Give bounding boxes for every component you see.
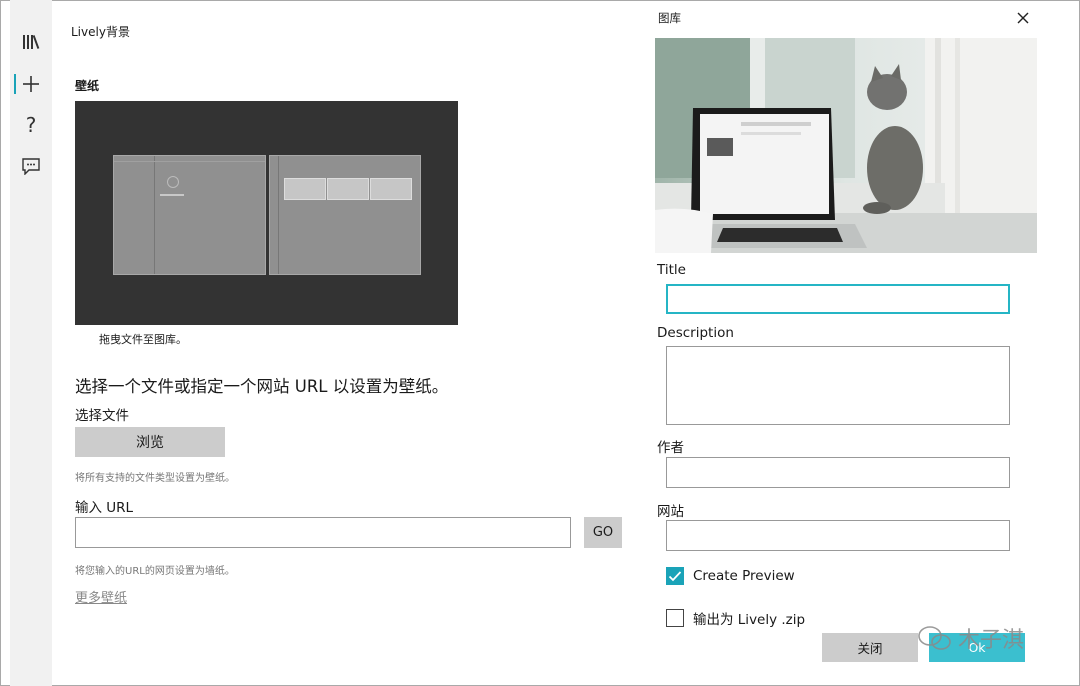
author-label: 作者 [657,440,684,456]
watermark-text: 木子淇 [958,628,1025,653]
website-label: 网站 [657,504,684,520]
url-hint: 将您输入的URL的网页设置为墙纸。 [75,566,235,577]
sidebar-item-help[interactable]: ? [10,105,52,145]
title-label: Title [657,262,686,278]
file-label: 选择文件 [75,408,129,424]
wechat-icon [918,626,951,650]
drag-caption: 拖曳文件至图库。 [99,333,187,346]
export-zip-checkbox[interactable] [666,609,684,627]
sidebar-item-add[interactable] [10,64,52,104]
sidebar-item-library[interactable] [10,22,52,62]
url-input[interactable] [75,517,571,548]
help-icon: ? [25,113,37,137]
create-preview-option[interactable]: Create Preview [666,567,795,585]
wallpaper-preview-image [655,38,1037,253]
illustration-window-left [113,155,266,275]
title-input[interactable] [666,284,1010,314]
dialog-close-button-bottom[interactable]: 关闭 [822,633,918,662]
checkmark-icon [668,571,682,582]
sidebar: ? [10,0,52,686]
app-title: Lively背景 [71,25,130,39]
illustration-window-right [269,155,421,275]
close-icon [1017,12,1029,24]
create-preview-checkbox[interactable] [666,567,684,585]
watermark: 木子淇 [918,622,1024,654]
url-label: 输入 URL [75,500,134,516]
section-title: 壁纸 [75,79,100,93]
go-button[interactable]: GO [584,517,622,548]
dialog-title: 图库 [658,11,681,25]
instruction-text: 选择一个文件或指定一个网站 URL 以设置为壁纸。 [75,377,449,396]
export-zip-option[interactable]: 输出为 Lively .zip [666,608,805,628]
file-hint: 将所有支持的文件类型设置为壁纸。 [75,473,235,484]
dialog-close-button[interactable] [1014,9,1032,27]
description-input[interactable] [666,346,1010,425]
more-wallpapers-link[interactable]: 更多壁纸 [75,587,127,606]
website-input[interactable] [666,520,1010,551]
feedback-icon [22,157,40,175]
browse-button[interactable]: 浏览 [75,427,225,457]
add-icon [23,76,39,92]
drop-zone-preview[interactable] [75,101,458,325]
sidebar-item-feedback[interactable] [10,146,52,186]
library-icon [23,35,40,49]
create-preview-label: Create Preview [693,568,795,584]
description-label: Description [657,325,734,341]
export-zip-label: 输出为 Lively .zip [693,612,806,628]
author-input[interactable] [666,457,1010,488]
